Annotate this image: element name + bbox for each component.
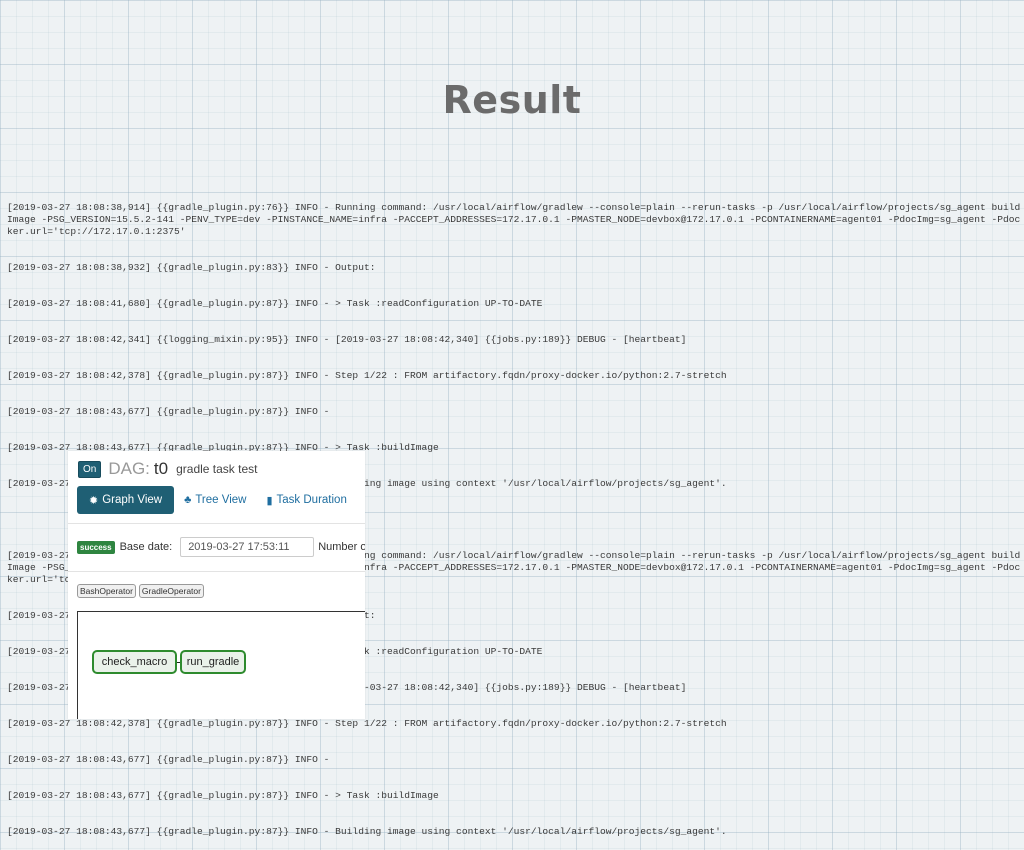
operator-chip-bash: BashOperator	[77, 584, 136, 598]
date-filter-bar: success Base date: 2019-03-27 17:53:11 N…	[77, 537, 365, 557]
tree-icon: ♣	[184, 494, 192, 506]
log-line: [2019-03-27 18:08:43,677] {{gradle_plugi…	[7, 754, 330, 765]
dag-header: On DAG: t0 gradle task test	[78, 459, 257, 479]
tab-graph-view[interactable]: ✹ Graph View	[77, 486, 175, 514]
slide-title: Result	[442, 78, 582, 122]
log-line: [2019-03-27 18:08:42,378] {{gradle_plugi…	[7, 370, 727, 381]
task-node-check-macro[interactable]: check_macro	[92, 650, 177, 674]
divider	[68, 523, 365, 524]
base-date-label: Base date:	[119, 541, 173, 553]
base-date-input[interactable]: 2019-03-27 17:53:11	[180, 537, 315, 557]
dag-description: gradle task test	[176, 462, 258, 476]
dag-label: DAG:	[108, 459, 150, 478]
operator-legend: BashOperator GradleOperator	[77, 584, 207, 598]
log-line: [2019-03-27 18:08:41,680] {{gradle_plugi…	[7, 298, 543, 309]
status-badge: success	[77, 540, 115, 554]
dag-id: t0	[153, 459, 169, 478]
bar-chart-icon: ▮	[266, 494, 273, 507]
tab-label: Graph View	[102, 494, 163, 506]
number-of-runs-label: Number of	[318, 541, 365, 553]
log-line: [2019-03-27 18:08:43,677] {{gradle_plugi…	[7, 790, 439, 801]
view-tabs: ✹ Graph View ♣ Tree View ▮ Task Duration	[77, 485, 365, 515]
airflow-dag-screenshot: On DAG: t0 gradle task test ✹ Graph View…	[68, 451, 365, 719]
tab-tree-view[interactable]: ♣ Tree View	[174, 486, 256, 514]
operator-chip-gradle: GradleOperator	[138, 584, 204, 598]
log-line: [2019-03-27 18:08:42,378] {{gradle_plugi…	[7, 718, 727, 729]
sun-icon: ✹	[89, 494, 99, 507]
dag-on-toggle[interactable]: On	[78, 460, 102, 478]
log-line: [2019-03-27 18:08:38,932] {{gradle_plugi…	[7, 262, 376, 273]
tab-label: Tree View	[195, 494, 247, 506]
tab-label: Task Duration	[276, 494, 347, 506]
log-line: [2019-03-27 18:08:43,677] {{gradle_plugi…	[7, 826, 727, 837]
tab-task-duration[interactable]: ▮ Task Duration	[256, 486, 356, 514]
task-node-run-gradle[interactable]: run_gradle	[180, 650, 246, 674]
dag-graph: check_macro run_gradle	[77, 611, 365, 719]
divider	[68, 571, 365, 572]
log-line: [2019-03-27 18:08:43,677] {{gradle_plugi…	[7, 406, 330, 417]
log-line: [2019-03-27 18:08:42,341] {{logging_mixi…	[7, 334, 687, 345]
log-line: [2019-03-27 18:08:38,914] {{gradle_plugi…	[7, 202, 1021, 237]
